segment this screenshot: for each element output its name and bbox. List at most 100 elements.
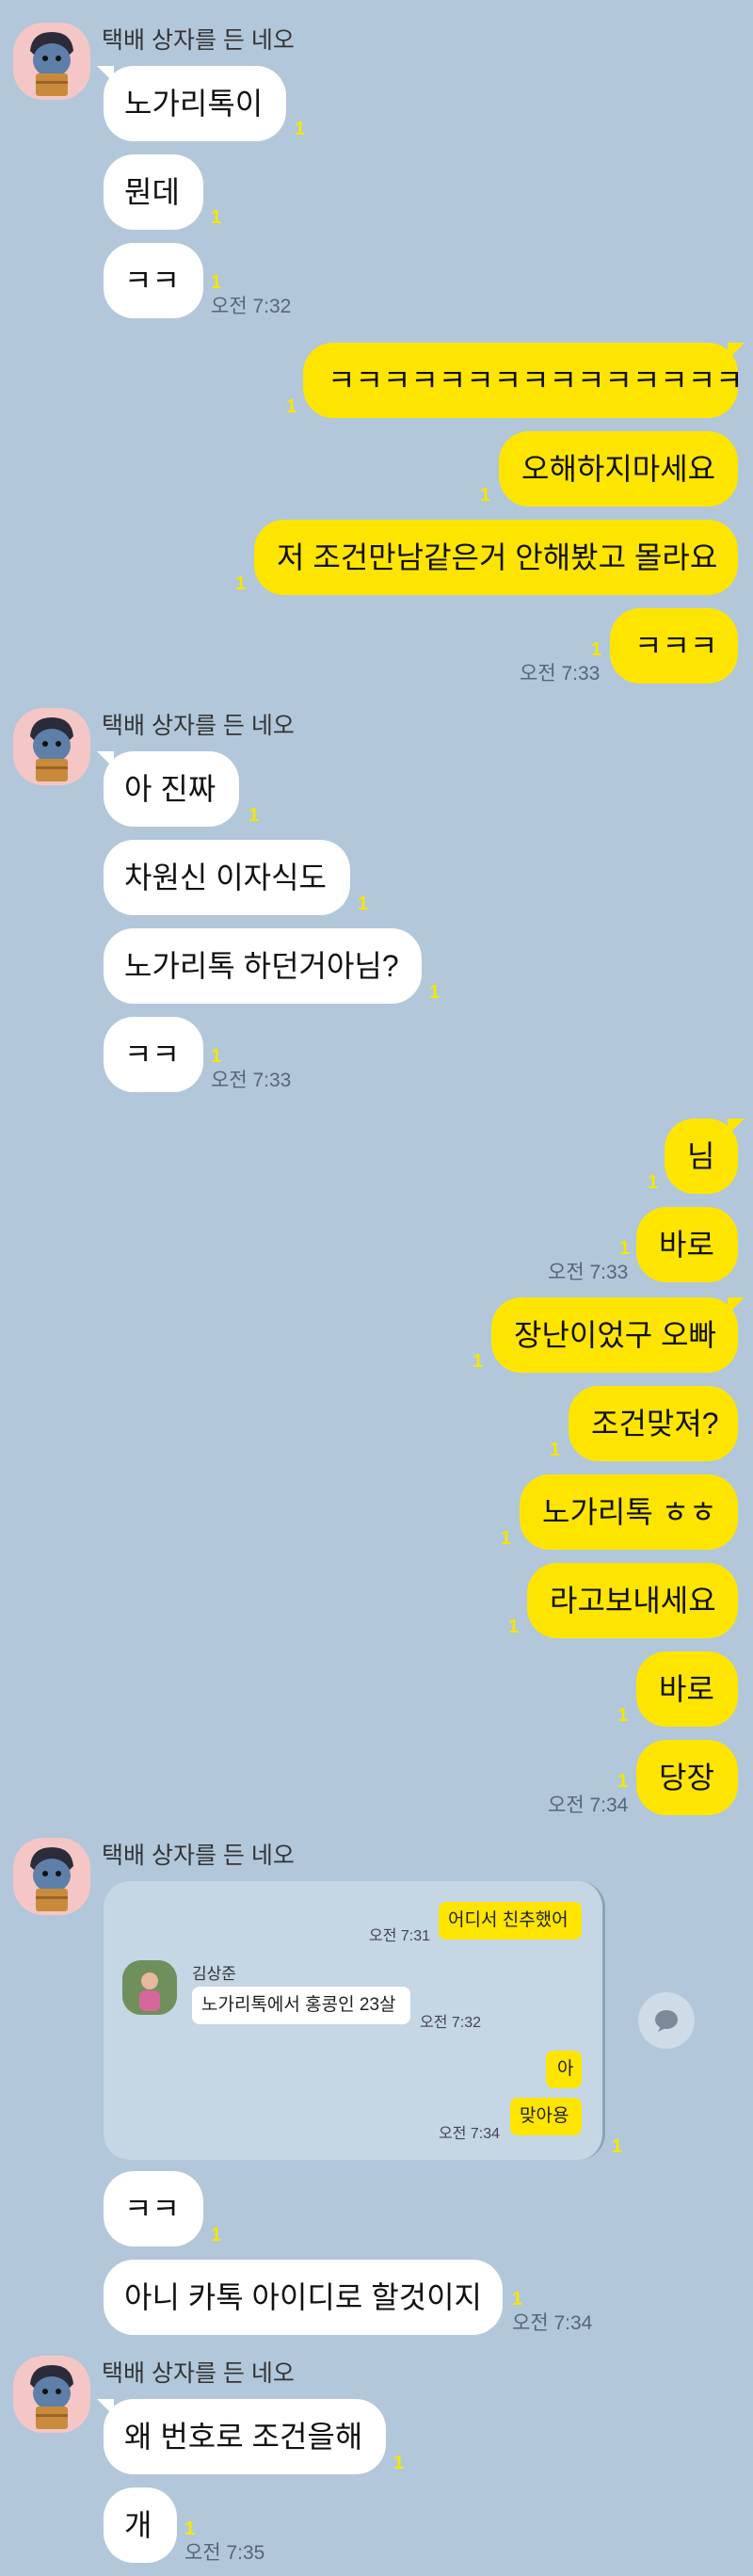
share-button[interactable] <box>638 1992 695 2049</box>
unread-count: 1 <box>480 485 491 506</box>
embedded-timestamp: 오전 7:32 <box>420 2015 482 2031</box>
message-text: 뭔데 <box>124 175 180 209</box>
unread-count: 1 <box>429 982 441 1003</box>
unread-count: 1 <box>286 396 297 417</box>
unread-count: 1 <box>617 1705 629 1726</box>
chat-bubble-incoming[interactable]: 노가리톡 하던거아님? <box>104 928 422 1004</box>
chat-bubble-outgoing[interactable]: 노가리톡 ㅎㅎ <box>520 1474 738 1550</box>
embedded-bubble: 맞아용 <box>510 2098 582 2135</box>
embedded-avatar <box>122 1960 177 2015</box>
unread-count: 1 <box>295 119 306 139</box>
embedded-text: 노가리톡에서 홍콩인 23살 <box>201 1995 396 2015</box>
chat-bubble-outgoing[interactable]: 라고보내세요 <box>527 1563 738 1638</box>
chat-bubble-outgoing[interactable]: ㅋㅋㅋ <box>610 608 738 684</box>
unread-count: 1 <box>184 2519 196 2539</box>
message-text: 조건맞져? <box>591 1407 719 1441</box>
unread-count: 1 <box>648 1172 659 1193</box>
embedded-timestamp: 오전 7:34 <box>439 2126 501 2142</box>
chat-bubble-incoming[interactable]: 뭔데 <box>104 154 203 230</box>
share-icon <box>655 2010 678 2032</box>
sender-name: 택배 상자를 든 네오 <box>102 2360 295 2387</box>
chat-bubble-incoming[interactable]: 왜 번호로 조건을해 <box>97 2399 386 2474</box>
embedded-sender-name: 김상준 <box>192 1965 236 1983</box>
message-text: 아니 카톡 아이디로 할것이지 <box>124 2280 482 2314</box>
timestamp: 오전 7:33 <box>520 663 601 684</box>
chat-bubble-outgoing[interactable]: 바로 <box>636 1207 738 1282</box>
neo-avatar-icon <box>30 717 73 781</box>
message-text: 저 조건만남같은거 안해봤고 몰라요 <box>277 540 718 574</box>
embedded-text: 어디서 친추했어 <box>448 1910 569 1930</box>
message-text: 님 <box>687 1139 715 1173</box>
message-text: 차원신 이자식도 <box>124 861 327 894</box>
message-text: 왜 번호로 조건을해 <box>124 2420 363 2454</box>
unread-count: 1 <box>617 1771 629 1792</box>
unread-count: 1 <box>211 272 222 293</box>
embedded-bubble: 아 <box>546 2051 582 2088</box>
message-text: 장난이었구 오빠 <box>514 1318 716 1352</box>
chat-bubble-incoming[interactable]: 차원신 이자식도 <box>104 840 350 915</box>
timestamp: 오전 7:35 <box>184 2542 265 2564</box>
unread-count: 1 <box>211 1046 222 1067</box>
message-text: 오해하지마세요 <box>521 452 716 486</box>
neo-avatar-icon <box>30 2365 73 2429</box>
timestamp: 오전 7:33 <box>211 1070 292 1091</box>
message-text: ㅋㅋ <box>124 264 180 298</box>
embedded-timestamp: 오전 7:31 <box>369 1928 431 1944</box>
chat-bubble-incoming[interactable]: 아니 카톡 아이디로 할것이지 <box>104 2260 503 2335</box>
person-photo-icon <box>122 1960 177 2015</box>
chat-bubble-incoming[interactable]: 아 진짜 <box>97 751 239 827</box>
avatar[interactable] <box>13 23 90 100</box>
unread-count: 1 <box>393 2453 405 2473</box>
unread-count: 1 <box>211 207 222 228</box>
message-text: ㅋㅋ <box>124 1038 180 1071</box>
unread-count: 1 <box>473 1351 484 1372</box>
neo-avatar-icon <box>30 32 73 96</box>
chat-bubble-incoming[interactable]: ㅋㅋ <box>104 243 203 318</box>
avatar[interactable] <box>13 2356 90 2433</box>
chat-bubble-outgoing[interactable]: ㅋㅋㅋㅋㅋㅋㅋㅋㅋㅋㅋㅋㅋㅋㅋ <box>303 343 745 418</box>
message-text: ㅋㅋ <box>124 2192 180 2226</box>
message-text: 노가리톡 ㅎㅎ <box>542 1495 717 1529</box>
message-text: ㅋㅋㅋㅋㅋㅋㅋㅋㅋㅋㅋㅋㅋㅋㅋ <box>328 363 744 397</box>
embedded-bubble: 노가리톡에서 홍콩인 23살 <box>192 1987 410 2024</box>
chat-bubble-outgoing[interactable]: 저 조건만남같은거 안해봤고 몰라요 <box>254 520 738 595</box>
chat-bubble-incoming[interactable]: 노가리톡이 <box>97 66 286 141</box>
chat-bubble-outgoing[interactable]: 님 <box>665 1119 745 1194</box>
neo-avatar-icon <box>30 1847 73 1911</box>
embedded-bubble: 어디서 친추했어 <box>439 1902 582 1940</box>
message-text: 바로 <box>659 1228 714 1262</box>
unread-count: 1 <box>235 573 247 594</box>
chat-bubble-outgoing[interactable]: 장난이었구 오빠 <box>491 1297 745 1373</box>
avatar[interactable] <box>13 1838 90 1915</box>
timestamp: 오전 7:33 <box>548 1262 629 1283</box>
chat-bubble-incoming[interactable]: 개 <box>104 2487 177 2563</box>
unread-count: 1 <box>612 2136 623 2157</box>
message-text: 아 진짜 <box>124 772 216 806</box>
avatar[interactable] <box>13 708 90 785</box>
chat-bubble-incoming[interactable]: ㅋㅋ <box>104 2171 203 2246</box>
sender-name: 택배 상자를 든 네오 <box>102 1843 295 1869</box>
unread-count: 1 <box>619 1238 631 1259</box>
unread-count: 1 <box>501 1528 512 1549</box>
timestamp: 오전 7:32 <box>211 296 292 317</box>
message-text: ㅋㅋㅋ <box>634 629 718 663</box>
chat-bubble-outgoing[interactable]: 당장 <box>636 1740 738 1815</box>
message-text: 당장 <box>659 1761 714 1795</box>
unread-count: 1 <box>248 805 260 826</box>
timestamp: 오전 7:34 <box>548 1795 629 1816</box>
unread-count: 1 <box>512 2289 523 2310</box>
sender-name: 택배 상자를 든 네오 <box>102 713 295 739</box>
shared-image[interactable]: 오전 7:31 어디서 친추했어 김상준 노가리톡에서 홍콩인 23살 오전 7… <box>104 1881 605 2160</box>
timestamp: 오전 7:34 <box>512 2312 593 2334</box>
unread-count: 1 <box>591 639 602 660</box>
chat-bubble-outgoing[interactable]: 오해하지마세요 <box>499 431 738 507</box>
unread-count: 1 <box>211 2225 222 2246</box>
chat-bubble-outgoing[interactable]: 조건맞져? <box>569 1386 738 1461</box>
message-text: 라고보내세요 <box>550 1584 716 1618</box>
message-text: 노가리톡이 <box>124 87 264 121</box>
message-text: 바로 <box>659 1672 714 1706</box>
sender-name: 택배 상자를 든 네오 <box>102 27 295 54</box>
chat-bubble-incoming[interactable]: ㅋㅋ <box>104 1017 203 1092</box>
unread-count: 1 <box>508 1617 520 1637</box>
chat-bubble-outgoing[interactable]: 바로 <box>636 1651 738 1727</box>
